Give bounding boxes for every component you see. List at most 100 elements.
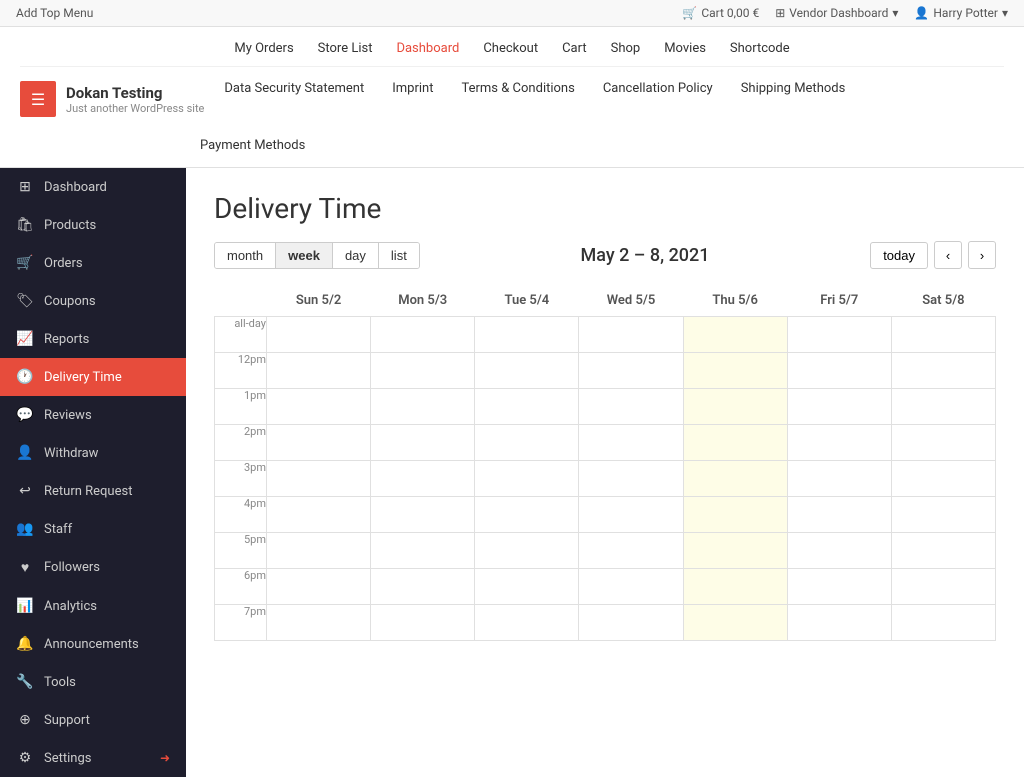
- calendar-cell[interactable]: [579, 569, 683, 605]
- calendar-cell[interactable]: [371, 497, 475, 533]
- calendar-cell[interactable]: [683, 353, 787, 389]
- prev-button[interactable]: ‹: [934, 241, 962, 269]
- calendar-cell[interactable]: [579, 425, 683, 461]
- week-view-button[interactable]: week: [276, 243, 333, 268]
- calendar-cell[interactable]: [683, 605, 787, 641]
- nav-imprint[interactable]: Imprint: [392, 81, 433, 96]
- calendar-cell[interactable]: [579, 605, 683, 641]
- calendar-cell[interactable]: [267, 389, 371, 425]
- month-view-button[interactable]: month: [215, 243, 276, 268]
- calendar-cell[interactable]: [891, 353, 995, 389]
- calendar-cell[interactable]: [683, 425, 787, 461]
- sidebar-item-analytics[interactable]: 📊 Analytics: [0, 587, 186, 625]
- calendar-cell[interactable]: [267, 353, 371, 389]
- calendar-cell[interactable]: [787, 461, 891, 497]
- calendar-cell[interactable]: [475, 533, 579, 569]
- calendar-cell[interactable]: [267, 425, 371, 461]
- calendar-cell[interactable]: [787, 317, 891, 353]
- calendar-cell[interactable]: [267, 497, 371, 533]
- sidebar-item-products[interactable]: 🛍 Products: [0, 206, 186, 244]
- calendar-cell[interactable]: [891, 317, 995, 353]
- calendar-cell[interactable]: [579, 353, 683, 389]
- sidebar-item-dashboard[interactable]: ⊞ Dashboard: [0, 168, 186, 206]
- calendar-cell[interactable]: [787, 353, 891, 389]
- calendar-cell[interactable]: [267, 461, 371, 497]
- nav-cancellation[interactable]: Cancellation Policy: [603, 81, 713, 96]
- calendar-cell[interactable]: [371, 425, 475, 461]
- calendar-cell[interactable]: [475, 461, 579, 497]
- user-menu[interactable]: 👤 Harry Potter ▾: [914, 6, 1008, 20]
- sidebar-item-settings[interactable]: ⚙ Settings ➜: [0, 739, 186, 777]
- nav-store-list[interactable]: Store List: [318, 41, 373, 56]
- today-button[interactable]: today: [870, 242, 928, 269]
- calendar-cell[interactable]: [683, 533, 787, 569]
- calendar-cell[interactable]: [267, 317, 371, 353]
- nav-shortcode[interactable]: Shortcode: [730, 41, 790, 56]
- calendar-cell[interactable]: [891, 497, 995, 533]
- calendar-cell[interactable]: [579, 461, 683, 497]
- nav-cart[interactable]: Cart: [562, 41, 587, 56]
- nav-shop[interactable]: Shop: [611, 41, 641, 56]
- calendar-cell[interactable]: [579, 497, 683, 533]
- calendar-cell[interactable]: [787, 533, 891, 569]
- sidebar-item-staff[interactable]: 👥 Staff: [0, 510, 186, 548]
- calendar-cell[interactable]: [267, 569, 371, 605]
- calendar-cell[interactable]: [787, 569, 891, 605]
- calendar-cell[interactable]: [891, 389, 995, 425]
- calendar-cell[interactable]: [475, 353, 579, 389]
- calendar-cell[interactable]: [891, 569, 995, 605]
- nav-checkout[interactable]: Checkout: [483, 41, 538, 56]
- calendar-cell[interactable]: [371, 353, 475, 389]
- sidebar-item-withdraw[interactable]: 👤 Withdraw: [0, 434, 186, 472]
- calendar-cell[interactable]: [891, 533, 995, 569]
- calendar-cell[interactable]: [683, 461, 787, 497]
- nav-dashboard[interactable]: Dashboard: [396, 41, 459, 56]
- calendar-cell[interactable]: [683, 569, 787, 605]
- sidebar-item-coupons[interactable]: 🏷 Coupons: [0, 282, 186, 320]
- calendar-cell[interactable]: [891, 425, 995, 461]
- sidebar-item-support[interactable]: ⊕ Support: [0, 701, 186, 739]
- calendar-cell[interactable]: [475, 497, 579, 533]
- calendar-cell[interactable]: [371, 605, 475, 641]
- calendar-cell[interactable]: [475, 425, 579, 461]
- calendar-cell[interactable]: [891, 605, 995, 641]
- sidebar-item-return-request[interactable]: ↩ Return Request: [0, 472, 186, 510]
- nav-shipping[interactable]: Shipping Methods: [741, 81, 846, 96]
- calendar-cell[interactable]: [891, 461, 995, 497]
- calendar-cell[interactable]: [579, 389, 683, 425]
- nav-data-security[interactable]: Data Security Statement: [224, 81, 364, 96]
- day-view-button[interactable]: day: [333, 243, 379, 268]
- calendar-cell[interactable]: [683, 389, 787, 425]
- calendar-cell[interactable]: [579, 533, 683, 569]
- calendar-cell[interactable]: [475, 317, 579, 353]
- calendar-cell[interactable]: [475, 569, 579, 605]
- calendar-cell[interactable]: [371, 461, 475, 497]
- next-button[interactable]: ›: [968, 241, 996, 269]
- add-top-menu[interactable]: Add Top Menu: [16, 6, 93, 20]
- sidebar-item-tools[interactable]: 🔧 Tools: [0, 663, 186, 701]
- calendar-cell[interactable]: [683, 317, 787, 353]
- cart-link[interactable]: 🛒 Cart 0,00 €: [682, 6, 759, 20]
- sidebar-item-reviews[interactable]: 💬 Reviews: [0, 396, 186, 434]
- nav-movies[interactable]: Movies: [664, 41, 706, 56]
- calendar-cell[interactable]: [787, 425, 891, 461]
- sidebar-item-followers[interactable]: ♥ Followers: [0, 548, 186, 587]
- calendar-cell[interactable]: [371, 533, 475, 569]
- calendar-cell[interactable]: [475, 389, 579, 425]
- calendar-cell[interactable]: [371, 389, 475, 425]
- calendar-cell[interactable]: [579, 317, 683, 353]
- sidebar-item-announcements[interactable]: 🔔 Announcements: [0, 625, 186, 663]
- sidebar-item-reports[interactable]: 📈 Reports: [0, 320, 186, 358]
- sidebar-item-delivery-time[interactable]: 🕐 Delivery Time: [0, 358, 186, 396]
- vendor-dashboard-link[interactable]: ⊞ Vendor Dashboard ▾: [775, 6, 898, 20]
- calendar-cell[interactable]: [267, 605, 371, 641]
- calendar-cell[interactable]: [787, 497, 891, 533]
- list-view-button[interactable]: list: [379, 243, 419, 268]
- nav-terms[interactable]: Terms & Conditions: [461, 81, 574, 96]
- sidebar-item-orders[interactable]: 🛒 Orders: [0, 244, 186, 282]
- calendar-cell[interactable]: [371, 317, 475, 353]
- nav-payment-methods[interactable]: Payment Methods: [200, 138, 305, 153]
- nav-my-orders[interactable]: My Orders: [234, 41, 293, 56]
- calendar-cell[interactable]: [787, 389, 891, 425]
- calendar-cell[interactable]: [683, 497, 787, 533]
